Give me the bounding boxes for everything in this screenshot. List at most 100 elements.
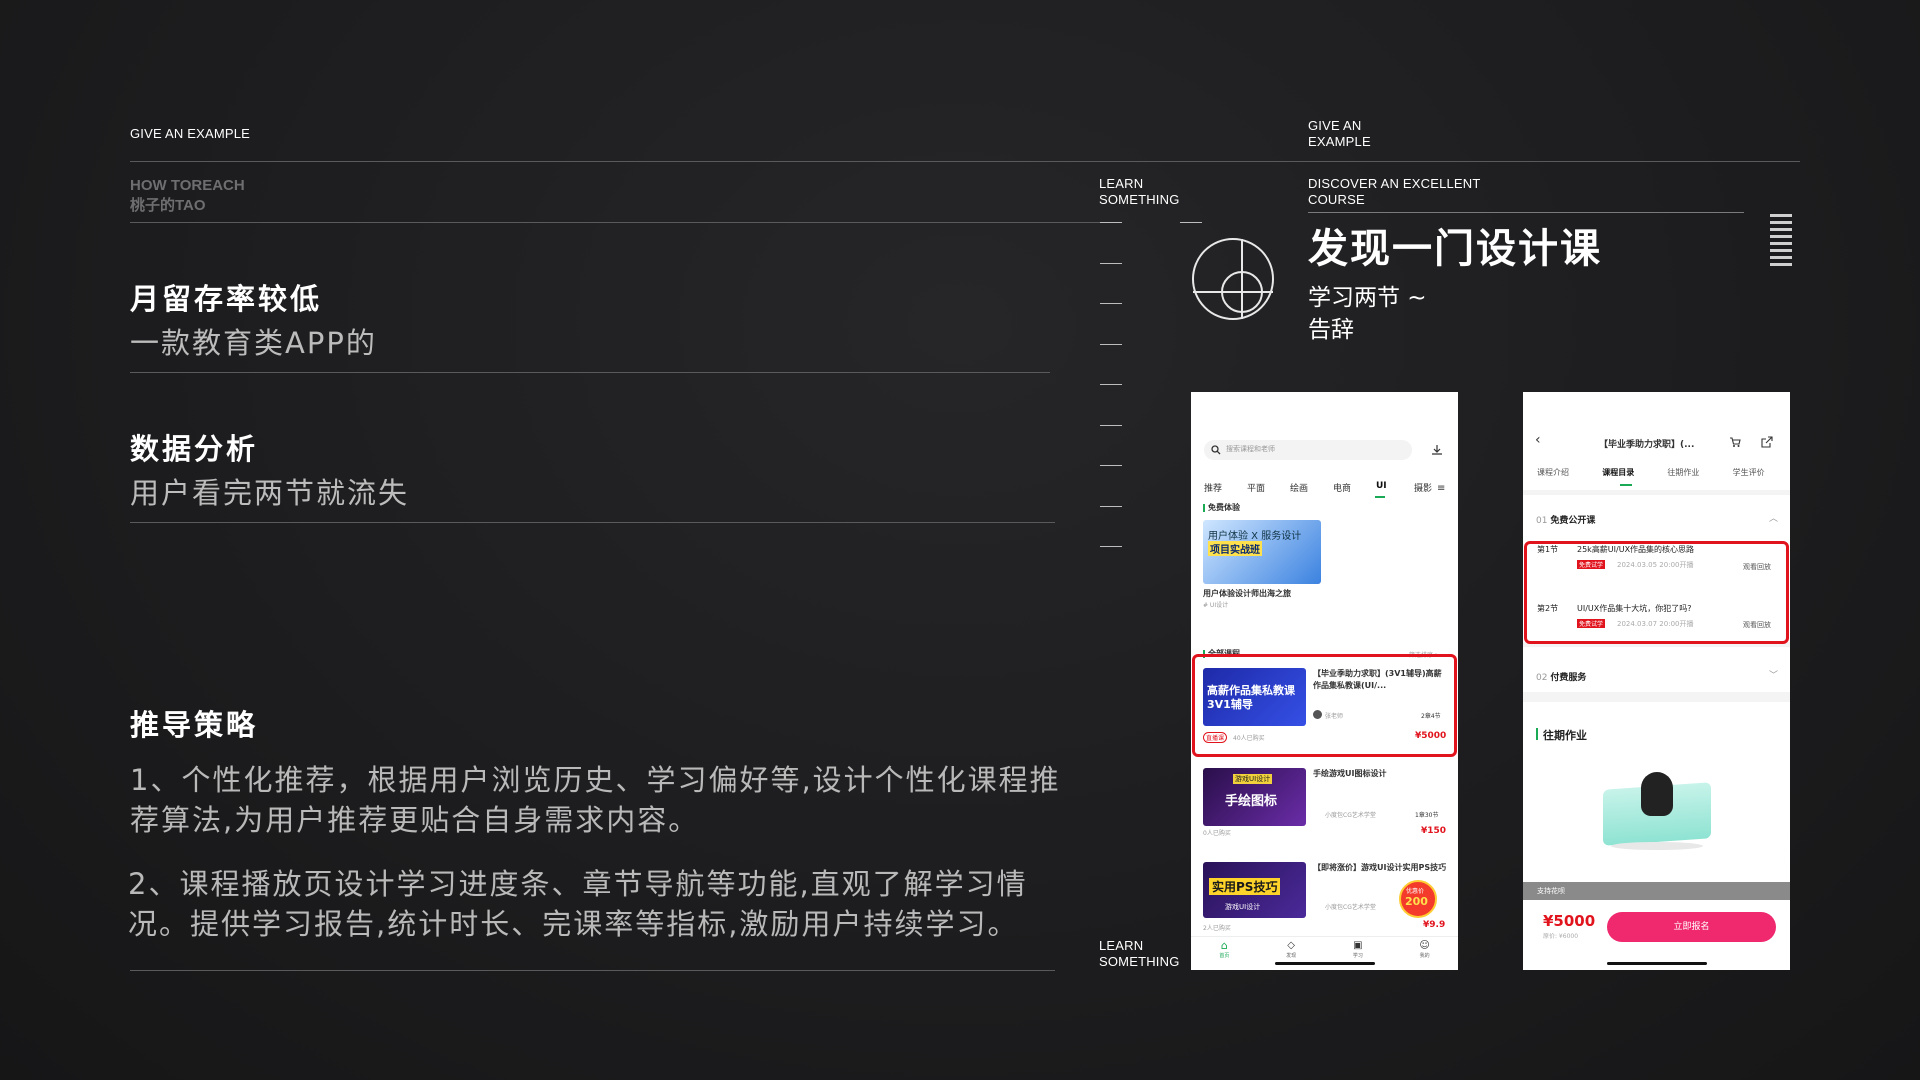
divider bbox=[1523, 490, 1790, 495]
cart-icon[interactable] bbox=[1729, 436, 1741, 448]
nav-discover[interactable]: ◇ 发现 bbox=[1258, 937, 1325, 970]
homework-title: 往期作业 bbox=[1543, 729, 1587, 742]
diamond-icon: ◇ bbox=[1287, 940, 1295, 951]
divider bbox=[130, 970, 1055, 971]
home-indicator bbox=[1275, 962, 1375, 965]
tab-ui[interactable]: UI bbox=[1376, 481, 1414, 495]
tab-photo[interactable]: 摄影 bbox=[1414, 481, 1434, 495]
section1-subtitle: 一款教育类APP的 bbox=[130, 326, 377, 360]
eyebrow-label: GIVE AN EXAMPLE bbox=[130, 126, 251, 141]
category-tabs: 推荐 平面 绘画 电商 UI 摄影 bbox=[1204, 481, 1449, 495]
promo-badge: 优惠价 200 bbox=[1399, 880, 1437, 918]
nav-me-label: 我的 bbox=[1419, 953, 1430, 959]
tick-mark bbox=[1100, 546, 1122, 547]
course-card[interactable]: 游戏UI设计 手绘图标 手绘游戏UI图标设计 小度包CG艺术学堂 1章30节 0… bbox=[1191, 764, 1458, 852]
tab-catalog[interactable]: 课程目录 bbox=[1602, 467, 1667, 478]
group-header-2[interactable]: 02 付费服务 bbox=[1536, 670, 1586, 683]
divider bbox=[130, 222, 1100, 223]
nav-home-label: 首页 bbox=[1219, 953, 1230, 959]
right-title: 发现一门设计课 bbox=[1308, 226, 1602, 272]
strategy-paragraph-2: 2、课程播放页设计学习进度条、章节导航等功能,直观了解学习情况。提供学习报告,统… bbox=[128, 867, 1028, 941]
discover-label: DISCOVER AN EXCELLENT COURSE bbox=[1308, 176, 1481, 207]
banner-text-2: 项目实战班 bbox=[1208, 541, 1262, 556]
course-title: 【即将涨价】游戏UI设计实用PS技巧 bbox=[1313, 863, 1447, 872]
detail-title: 【毕业季助力求职】(... bbox=[1599, 440, 1695, 450]
group-label: 免费公开课 bbox=[1550, 516, 1596, 526]
free-course-banner[interactable]: 用户体验 X 服务设计 项目实战班 bbox=[1203, 520, 1321, 584]
thumb-text: 实用PS技巧 bbox=[1209, 878, 1281, 895]
download-icon[interactable] bbox=[1431, 444, 1443, 456]
chevron-up-icon[interactable]: ︿ bbox=[1769, 511, 1778, 524]
chevron-down-icon[interactable]: ﹀ bbox=[1769, 668, 1778, 681]
course-buyers: 2人已购买 bbox=[1203, 925, 1231, 932]
tab-homework[interactable]: 往期作业 bbox=[1667, 467, 1732, 478]
divider bbox=[1523, 692, 1790, 702]
tick-mark bbox=[1100, 465, 1122, 466]
tick-mark bbox=[1100, 506, 1122, 507]
orig-price: 原价: ¥6000 bbox=[1543, 933, 1579, 940]
learn-something-top: LEARN SOMETHING bbox=[1099, 176, 1180, 207]
tick-mark bbox=[1180, 222, 1202, 223]
home-indicator bbox=[1607, 962, 1707, 965]
tick-mark bbox=[1100, 303, 1122, 304]
phone-course-detail: ‹ 【毕业季助力求职】(... 课程介绍 课程目录 往期作业 学生评价 01 免… bbox=[1523, 392, 1790, 970]
tab-ecommerce[interactable]: 电商 bbox=[1333, 481, 1376, 495]
menu-icon[interactable]: ≡ bbox=[1437, 483, 1445, 494]
section-free-title: 免费体验 bbox=[1208, 503, 1240, 511]
search-input[interactable]: 搜索课程和老师 bbox=[1204, 440, 1412, 460]
strategy-paragraph-1: 1、个性化推荐，根据用户浏览历史、学习偏好等,设计个性化课程推荐算法,为用户推荐… bbox=[130, 763, 1061, 837]
tab-recommend[interactable]: 推荐 bbox=[1204, 481, 1247, 495]
group-label: 付费服务 bbox=[1550, 673, 1587, 683]
nav-home[interactable]: ⌂ 首页 bbox=[1191, 937, 1258, 970]
highlight-box bbox=[1524, 541, 1789, 644]
course-teacher: 小度包CG艺术学堂 bbox=[1325, 904, 1376, 911]
brand-block: HOW TOREACH 桃子的TAO bbox=[130, 176, 245, 216]
course-thumbnail: 游戏UI设计 手绘图标 bbox=[1203, 768, 1306, 826]
enroll-button[interactable]: 立即报名 bbox=[1607, 912, 1776, 942]
section-marker bbox=[1203, 504, 1205, 512]
active-tab-indicator bbox=[1375, 496, 1385, 498]
section2-subtitle: 用户看完两节就流失 bbox=[130, 476, 410, 510]
group-header-1[interactable]: 01 免费公开课 bbox=[1536, 513, 1595, 526]
divider bbox=[130, 522, 1055, 523]
nav-study[interactable]: ▣ 学习 bbox=[1325, 937, 1392, 970]
search-placeholder: 搜索课程和老师 bbox=[1226, 445, 1275, 453]
thumb-sub: 游戏UI设计 bbox=[1225, 903, 1261, 911]
nav-me[interactable]: ☺ 我的 bbox=[1391, 937, 1458, 970]
divider bbox=[130, 372, 1050, 373]
support-bar: 支持花呗 bbox=[1523, 882, 1790, 900]
tick-mark bbox=[1100, 425, 1122, 426]
tab-reviews[interactable]: 学生评价 bbox=[1733, 467, 1782, 478]
divider bbox=[1308, 212, 1744, 213]
brand-line-1: HOW TOREACH bbox=[130, 177, 245, 194]
course-meta: 1章30节 bbox=[1415, 812, 1439, 819]
back-icon[interactable]: ‹ bbox=[1535, 432, 1541, 448]
tab-intro[interactable]: 课程介绍 bbox=[1537, 467, 1602, 478]
tab-painting[interactable]: 绘画 bbox=[1290, 481, 1333, 495]
course-teacher: 小度包CG艺术学堂 bbox=[1325, 812, 1376, 819]
detail-tabs: 课程介绍 课程目录 往期作业 学生评价 bbox=[1537, 467, 1782, 478]
detail-price: ¥5000 bbox=[1543, 912, 1596, 930]
group-num: 02 bbox=[1536, 673, 1548, 683]
course-card[interactable]: 实用PS技巧 游戏UI设计 【即将涨价】游戏UI设计实用PS技巧 小度包CG艺术… bbox=[1191, 858, 1458, 938]
promo-label: 优惠价 bbox=[1406, 888, 1425, 895]
tick-mark bbox=[1100, 344, 1122, 345]
share-icon[interactable] bbox=[1761, 436, 1773, 448]
support-text: 支持花呗 bbox=[1537, 887, 1565, 895]
banner-caption: 用户体验设计师出海之旅 bbox=[1203, 589, 1291, 598]
section3-title: 推导策略 bbox=[130, 708, 259, 742]
tab-graphic[interactable]: 平面 bbox=[1247, 481, 1290, 495]
banner-text-1: 用户体验 X 服务设计 bbox=[1208, 531, 1302, 542]
thumb-sub: 游戏UI设计 bbox=[1233, 774, 1273, 784]
nav-study-label: 学习 bbox=[1352, 953, 1363, 959]
right-subtitle: 学习两节 ~ 告辞 bbox=[1308, 282, 1427, 346]
section2-title: 数据分析 bbox=[130, 432, 259, 466]
eyebrow-right: GIVE AN EXAMPLE bbox=[1308, 118, 1371, 149]
course-buyers: 0人已购买 bbox=[1203, 830, 1231, 837]
group-num: 01 bbox=[1536, 516, 1548, 526]
course-title: 手绘游戏UI图标设计 bbox=[1313, 769, 1387, 778]
banner-tag: # UI设计 bbox=[1203, 602, 1229, 609]
section-marker bbox=[1536, 728, 1538, 740]
book-icon: ▣ bbox=[1353, 940, 1363, 951]
brand-line-2: 桃子的TAO bbox=[130, 197, 206, 214]
